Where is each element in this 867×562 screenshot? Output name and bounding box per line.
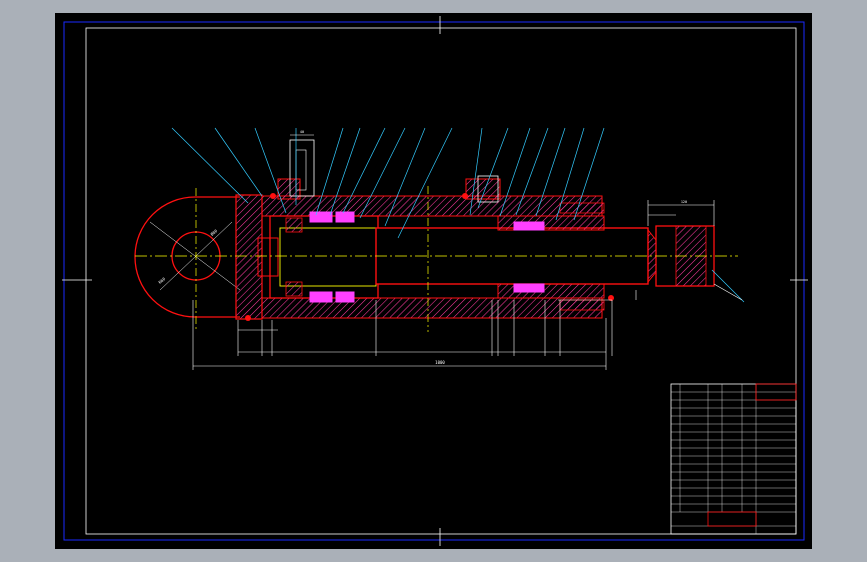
port-width-dim: 40 [300,130,304,134]
overall-length-dim: 1000 [435,360,445,365]
oil-port-front [465,175,501,203]
rod-end-width-dim: 120 [681,200,687,204]
cad-drawing-canvas: 1000 Ø80 R60 40 120 [55,13,812,549]
